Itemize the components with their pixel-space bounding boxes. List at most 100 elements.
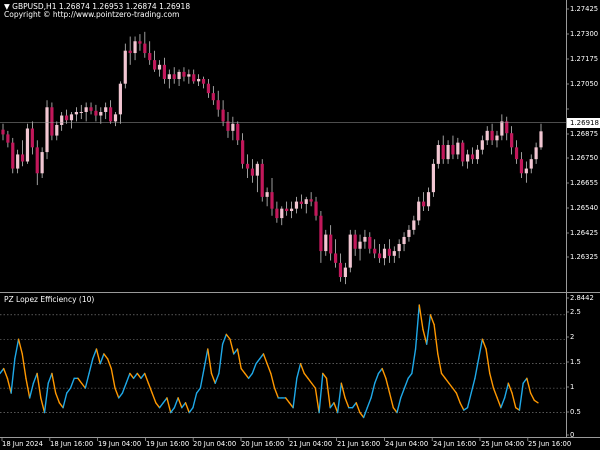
indicator-segment: [307, 377, 313, 384]
indicator-segment: [370, 382, 376, 399]
indicator-segment: [522, 377, 528, 384]
candle-body: [343, 267, 347, 278]
indicator-segment: [229, 338, 235, 355]
indicator-segment: [336, 382, 343, 414]
candle-body: [128, 50, 132, 54]
candle-body: [206, 83, 211, 94]
indicator-segment: [203, 348, 209, 370]
indicator-segment: [110, 367, 116, 389]
candle-body: [118, 83, 122, 115]
candle-body: [446, 145, 450, 160]
indicator-segment: [485, 348, 491, 375]
candle-body: [412, 220, 416, 230]
candle-body: [431, 163, 435, 193]
indicator-segment: [95, 348, 101, 365]
indicator-segment: [99, 353, 105, 365]
candle-body: [524, 168, 528, 174]
indicator-segment: [392, 406, 398, 414]
indicator-segment: [236, 348, 242, 370]
indicator-segment: [251, 362, 257, 375]
candle-body: [45, 107, 49, 153]
candle-body: [490, 130, 494, 141]
candle-body: [79, 111, 83, 113]
indicator-segment: [296, 362, 302, 380]
candle-body: [153, 60, 157, 70]
candle-body: [60, 115, 64, 125]
time-label: 25 Jun 04:00: [481, 440, 525, 448]
indicator-segment: [385, 377, 391, 394]
candle-body: [363, 236, 367, 242]
price-label: 1.26540: [570, 204, 599, 212]
indicator-segment: [80, 382, 87, 389]
price-label: 1.26655: [570, 179, 599, 187]
indicator-segment: [448, 382, 454, 389]
candle-body: [94, 110, 98, 116]
indicator-segment: [318, 372, 324, 414]
indicator-segment: [492, 387, 498, 399]
candle-body: [378, 253, 382, 259]
indicator-segment: [496, 397, 502, 409]
candle-body: [113, 114, 118, 122]
indicator-segment: [162, 397, 168, 404]
indicator-segment: [173, 397, 179, 409]
indicator-segment: [381, 367, 387, 380]
candle-body: [172, 74, 176, 79]
indicator-segment: [69, 377, 75, 389]
indicator-segment: [6, 377, 12, 394]
candle-body: [236, 123, 240, 141]
candle-body: [417, 201, 421, 221]
candle-body: [456, 142, 460, 155]
candle-body: [182, 71, 186, 77]
indicator-segment: [244, 372, 250, 380]
candle-body: [265, 192, 269, 197]
indicator-segment: [255, 358, 261, 365]
indicator-segment: [407, 372, 413, 380]
candle-body: [104, 107, 108, 112]
time-label: 18 Jun 2024: [2, 440, 43, 448]
price-candles: [1, 31, 543, 285]
indicator-segment: [444, 377, 450, 384]
candle-body: [485, 130, 489, 141]
candle-body: [255, 163, 259, 176]
indicator-segment: [322, 372, 328, 380]
candle-body: [221, 109, 225, 122]
indicator-segment: [355, 402, 361, 414]
indicator-segment: [181, 402, 187, 409]
candle-body: [55, 124, 59, 136]
candle-body: [441, 145, 445, 160]
indicator-segment: [62, 392, 68, 409]
candle-body: [11, 142, 15, 169]
time-label: 19 Jun 04:00: [98, 440, 142, 448]
candle-body: [368, 236, 372, 249]
candle-body: [241, 140, 245, 164]
indicator-segment: [188, 406, 194, 414]
candle-body: [216, 100, 220, 110]
indicator-segment: [218, 343, 224, 375]
indicator-segment: [351, 402, 357, 409]
candle-body: [6, 134, 10, 143]
indicator-segment: [3, 367, 9, 380]
time-label: 20 Jun 04:00: [193, 440, 237, 448]
candle-body: [69, 114, 74, 121]
candle-body: [138, 41, 142, 44]
indicator-segment: [388, 392, 394, 409]
candle-body: [148, 53, 152, 61]
candle-body: [123, 50, 127, 84]
chart-canvas[interactable]: [0, 0, 600, 450]
price-label: 1.26875: [570, 130, 599, 138]
indicator-segment: [51, 372, 57, 394]
indicator-segment: [88, 358, 94, 375]
chart-window[interactable]: ▼ GBPUSD,H1 1.26874 1.26953 1.26874 1.26…: [0, 0, 600, 450]
candle-body: [373, 248, 377, 254]
indicator-segment: [303, 372, 309, 380]
indicator-segment: [14, 338, 20, 360]
indicator-segment: [377, 367, 383, 375]
indicator-segment: [140, 372, 146, 380]
candle-body: [309, 199, 313, 202]
indicator-segment: [403, 377, 409, 389]
candle-body: [407, 229, 411, 237]
candle-body: [226, 121, 230, 131]
indicator-segment: [489, 372, 495, 389]
indicator-segment: [129, 372, 135, 380]
copyright-text: Copyright © http://www.pointzero-trading…: [4, 10, 180, 19]
